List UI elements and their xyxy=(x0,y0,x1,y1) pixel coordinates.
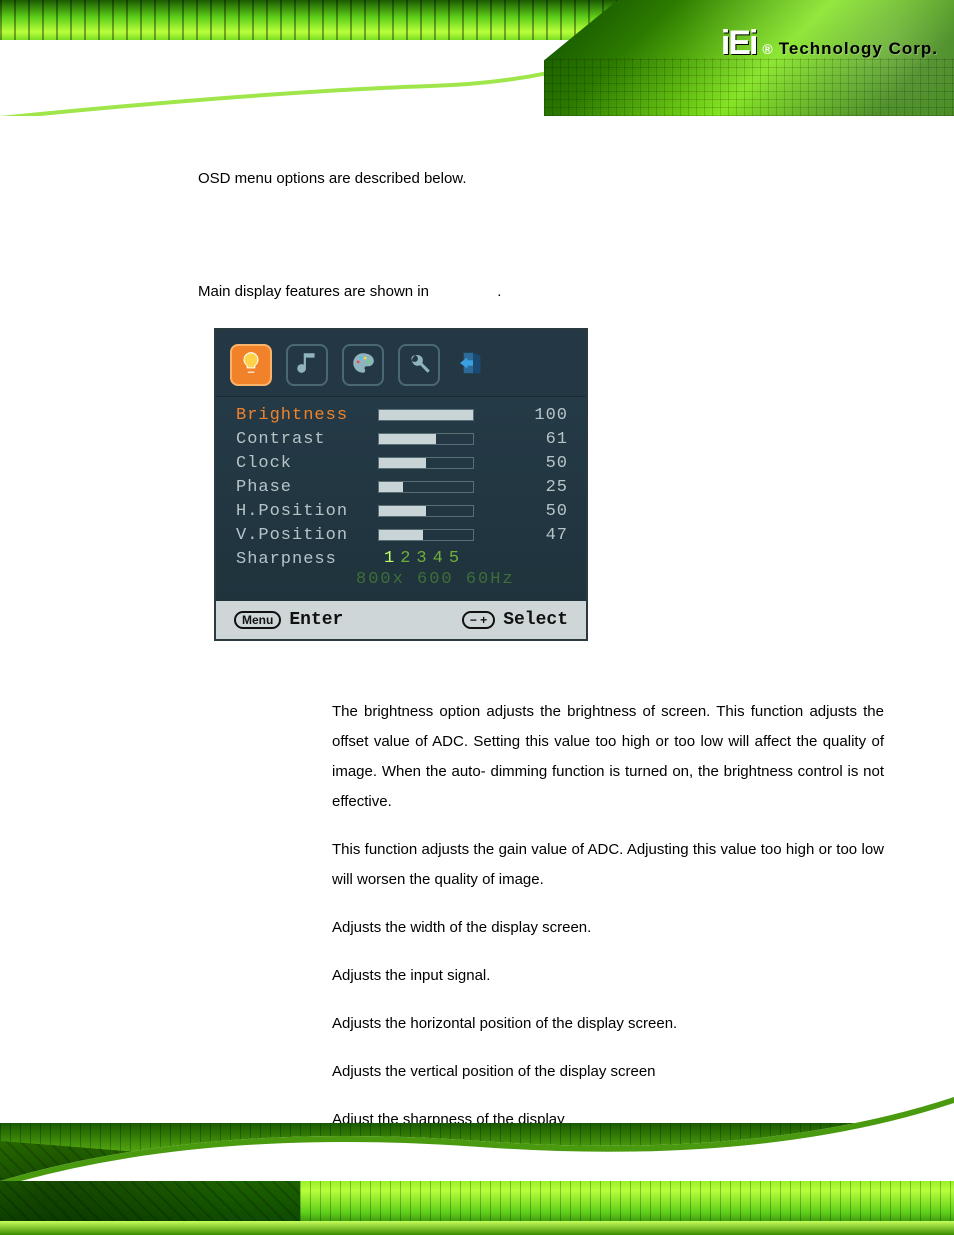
osd-menu-figure: Brightness 100 Contrast 61 Clock 50 Phas… xyxy=(214,328,588,641)
logo-corp-text: Technology Corp. xyxy=(779,40,938,57)
osd-tab-exit xyxy=(454,344,492,386)
osd-value: 25 xyxy=(514,478,568,497)
osd-bar xyxy=(378,433,474,445)
osd-row-vposition: V.Position 47 xyxy=(236,523,568,547)
osd-row-contrast: Contrast 61 xyxy=(236,427,568,451)
lightbulb-icon xyxy=(238,350,264,381)
scale-4: 4 xyxy=(433,549,449,568)
select-label: Select xyxy=(503,611,568,629)
osd-bar xyxy=(378,457,474,469)
scale-1: 1 xyxy=(384,549,400,568)
desc-vposition: Adjusts the vertical position of the dis… xyxy=(332,1057,884,1087)
osd-sharpness-scale: 12345 xyxy=(384,549,568,568)
osd-tab-tools xyxy=(398,344,440,386)
subintro-prefix: Main display features are shown in xyxy=(198,283,433,300)
osd-tab-color xyxy=(342,344,384,386)
subintro-text: Main display features are shown in . xyxy=(198,283,886,300)
osd-bar xyxy=(378,409,474,421)
osd-label: Clock xyxy=(236,454,378,473)
osd-label: V.Position xyxy=(236,526,378,545)
osd-body: Brightness 100 Contrast 61 Clock 50 Phas… xyxy=(216,397,586,601)
palette-icon xyxy=(350,350,376,381)
logo-text: iEi xyxy=(721,26,757,60)
osd-label: Phase xyxy=(236,478,378,497)
menu-pill: Menu xyxy=(234,611,281,629)
description-list: The brightness option adjusts the bright… xyxy=(332,697,884,1135)
osd-tab-display xyxy=(230,344,272,386)
osd-row-brightness: Brightness 100 xyxy=(236,403,568,427)
subintro-suffix: . xyxy=(497,283,501,300)
osd-row-phase: Phase 25 xyxy=(236,475,568,499)
osd-row-hposition: H.Position 50 xyxy=(236,499,568,523)
osd-value: 50 xyxy=(514,454,568,473)
osd-resolution: 800x 600 60Hz xyxy=(236,568,568,591)
scale-3: 3 xyxy=(416,549,432,568)
music-note-icon xyxy=(294,350,320,381)
osd-label: H.Position xyxy=(236,502,378,521)
osd-tab-audio xyxy=(286,344,328,386)
registered-mark: ® xyxy=(762,42,772,56)
osd-label: Sharpness xyxy=(236,550,378,569)
select-pill: − + xyxy=(462,611,495,629)
osd-value: 50 xyxy=(514,502,568,521)
osd-footer: Menu Enter − + Select xyxy=(216,601,586,639)
brand-logo: iEi ® Technology Corp. xyxy=(721,26,938,60)
enter-label: Enter xyxy=(289,611,343,629)
page-header-graphic: iEi ® Technology Corp. xyxy=(0,0,954,116)
desc-hposition: Adjusts the horizontal position of the d… xyxy=(332,1009,884,1039)
osd-bar xyxy=(378,505,474,517)
osd-label: Brightness xyxy=(236,406,378,425)
osd-label: Contrast xyxy=(236,430,378,449)
desc-contrast: This function adjusts the gain value of … xyxy=(332,835,884,895)
tools-icon xyxy=(406,350,432,381)
scale-5: 5 xyxy=(449,549,465,568)
osd-tab-row xyxy=(216,330,586,397)
osd-row-clock: Clock 50 xyxy=(236,451,568,475)
intro-text: OSD menu options are described below. xyxy=(198,170,886,187)
desc-brightness: The brightness option adjusts the bright… xyxy=(332,697,884,817)
osd-bar xyxy=(378,481,474,493)
osd-value: 61 xyxy=(514,430,568,449)
exit-door-icon xyxy=(460,350,486,381)
desc-clock: Adjusts the width of the display screen. xyxy=(332,913,884,943)
osd-bar xyxy=(378,529,474,541)
footer-swoosh xyxy=(0,1091,954,1181)
osd-value: 47 xyxy=(514,526,568,545)
scale-2: 2 xyxy=(400,549,416,568)
desc-phase: Adjusts the input signal. xyxy=(332,961,884,991)
osd-value: 100 xyxy=(514,406,568,425)
